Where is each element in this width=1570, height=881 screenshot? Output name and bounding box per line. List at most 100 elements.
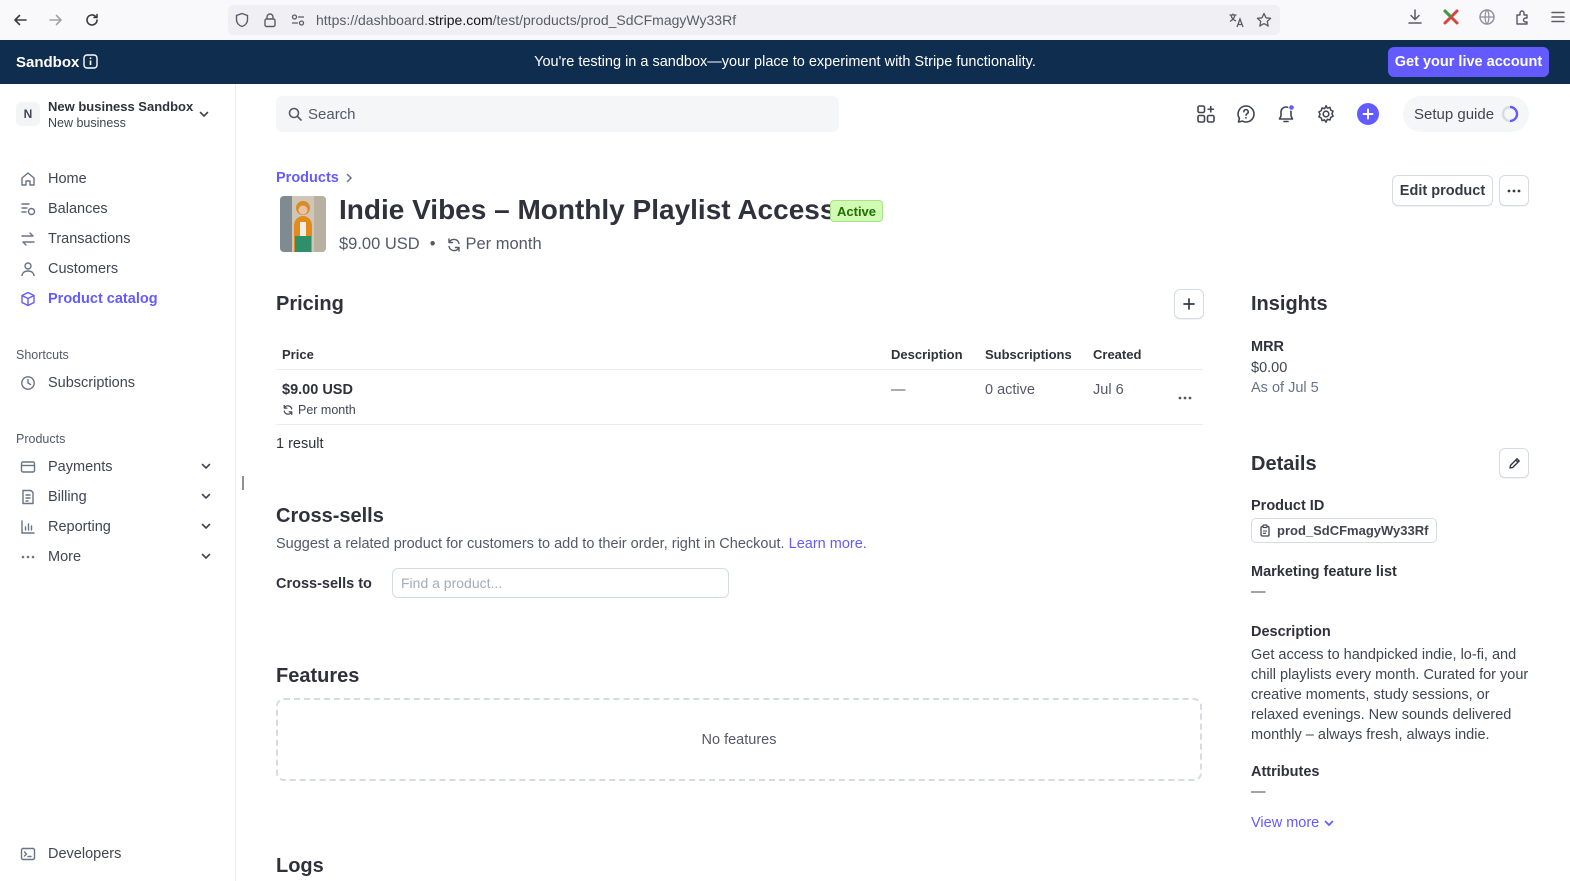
insights-heading: Insights — [1251, 293, 1328, 315]
description-label: Description — [1251, 624, 1331, 640]
mrr-value: $0.00 — [1251, 360, 1288, 376]
edit-product-button[interactable]: Edit product — [1392, 175, 1493, 206]
cross-sells-heading: Cross-sells — [276, 505, 384, 527]
row-created: Jul 6 — [1093, 382, 1124, 398]
sidebar-item-billing[interactable]: Billing — [16, 484, 220, 510]
row-subscriptions: 0 active — [985, 382, 1035, 398]
sidebar-item-subscriptions[interactable]: Subscriptions — [16, 370, 220, 396]
bookmark-star-icon[interactable] — [1256, 12, 1272, 28]
chevron-down-icon — [200, 460, 212, 472]
billing-icon — [16, 485, 40, 509]
copy-product-id-button[interactable]: prod_SdCFmagyWy33Rf — [1251, 518, 1438, 543]
learn-more-link[interactable]: Learn more. — [789, 536, 867, 552]
back-icon[interactable] — [6, 6, 34, 34]
product-more-button[interactable] — [1499, 175, 1529, 206]
search-bar[interactable] — [276, 96, 839, 132]
sidebar-item-balances[interactable]: Balances — [16, 196, 220, 222]
reload-icon[interactable] — [78, 6, 106, 34]
features-empty-state: No features — [276, 698, 1202, 781]
get-live-account-button[interactable]: Get your live account — [1388, 47, 1549, 77]
product-interval: Per month — [465, 235, 542, 253]
reporting-icon — [16, 515, 40, 539]
globe-icon[interactable] — [1478, 8, 1496, 26]
translate-icon[interactable] — [1228, 12, 1245, 28]
lock-icon[interactable] — [262, 12, 278, 28]
sidebar-item-more[interactable]: More — [16, 544, 220, 570]
account-name: New business Sandbox — [48, 99, 194, 114]
apps-icon[interactable] — [1196, 104, 1216, 124]
chevron-down-icon — [1324, 820, 1334, 827]
forward-icon[interactable] — [42, 6, 70, 34]
marketing-feature-label: Marketing feature list — [1251, 564, 1397, 580]
product-id-label: Product ID — [1251, 498, 1325, 514]
sidebar-item-payments[interactable]: Payments — [16, 454, 220, 480]
sidebar-resize-handle[interactable] — [242, 476, 244, 490]
notifications-bell-icon[interactable] — [1276, 104, 1296, 124]
menu-icon[interactable] — [1549, 8, 1567, 26]
search-input[interactable] — [306, 96, 826, 132]
sidebar-item-developers[interactable]: Developers — [16, 841, 220, 867]
account-avatar: N — [16, 102, 40, 126]
settings-gear-icon[interactable] — [1316, 104, 1336, 124]
download-icon[interactable] — [1406, 8, 1424, 26]
sidebar-item-customers[interactable]: Customers — [16, 256, 220, 282]
sandbox-label: Sandbox — [16, 54, 80, 71]
marketing-feature-value: — — [1251, 584, 1266, 600]
attributes-label: Attributes — [1251, 764, 1320, 780]
recurring-icon — [446, 237, 462, 253]
mrr-label: MRR — [1251, 339, 1285, 355]
permissions-icon[interactable] — [290, 12, 306, 28]
edit-details-button[interactable] — [1499, 448, 1529, 478]
url-host: stripe.com — [428, 12, 493, 28]
chevron-right-icon — [344, 173, 354, 183]
row-description: — — [891, 382, 906, 398]
find-product-input[interactable] — [392, 568, 729, 598]
sidebar-item-reporting[interactable]: Reporting — [16, 514, 220, 540]
cross-sells-description-text: Suggest a related product for customers … — [276, 536, 785, 552]
sidebar-item-label: Payments — [48, 459, 113, 475]
customers-icon — [16, 257, 40, 281]
setup-guide-button[interactable]: Setup guide — [1403, 96, 1529, 132]
breadcrumb-products[interactable]: Products — [276, 170, 339, 186]
sidebar-item-label: Customers — [48, 261, 119, 277]
sidebar-item-label: Transactions — [48, 231, 131, 247]
sidebar-item-transactions[interactable]: Transactions — [16, 226, 220, 252]
url-prefix: https://dashboard. — [316, 12, 429, 28]
chevron-down-icon — [200, 550, 212, 562]
url-text[interactable]: https://dashboard.stripe.com/test/produc… — [316, 12, 736, 28]
info-icon[interactable] — [83, 54, 98, 69]
search-icon — [288, 107, 302, 121]
extensions-puzzle-icon[interactable] — [1514, 8, 1532, 26]
balances-icon — [16, 197, 40, 221]
account-switcher[interactable]: N New business Sandbox New business — [16, 98, 220, 132]
sidebar-item-label: Billing — [48, 489, 87, 505]
more-icon — [16, 545, 40, 569]
shortcuts-heading: Shortcuts — [16, 348, 69, 362]
sidebar-item-label: Product catalog — [48, 291, 158, 307]
recurring-icon — [283, 404, 293, 416]
account-subtitle: New business — [48, 116, 126, 130]
address-bar[interactable]: https://dashboard.stripe.com/test/produc… — [228, 5, 1280, 35]
add-price-button[interactable] — [1174, 289, 1204, 319]
setup-guide-label: Setup guide — [1414, 106, 1495, 123]
more-horizontal-icon — [1507, 189, 1521, 192]
terminal-icon — [16, 842, 40, 866]
view-more-label: View more — [1251, 815, 1320, 831]
pencil-icon — [1508, 457, 1520, 469]
extension-icon[interactable] — [1442, 8, 1460, 26]
table-divider — [276, 424, 1203, 425]
more-horizontal-icon — [1178, 396, 1192, 400]
row-more-button[interactable] — [1174, 388, 1196, 408]
sidebar-item-home[interactable]: Home — [16, 166, 220, 192]
shield-icon[interactable] — [234, 12, 250, 28]
sidebar-item-product-catalog[interactable]: Product catalog — [16, 286, 220, 312]
transactions-icon — [16, 227, 40, 251]
create-plus-button[interactable] — [1357, 103, 1379, 125]
table-divider — [276, 369, 1203, 370]
view-more-link[interactable]: View more — [1251, 815, 1335, 831]
results-count: 1 result — [276, 436, 324, 452]
dashboard-app: N New business Sandbox New business Home… — [0, 84, 1570, 881]
sandbox-banner: Sandbox You're testing in a sandbox—your… — [0, 40, 1570, 84]
help-icon[interactable] — [1236, 104, 1256, 124]
row-interval: Per month — [282, 403, 356, 417]
